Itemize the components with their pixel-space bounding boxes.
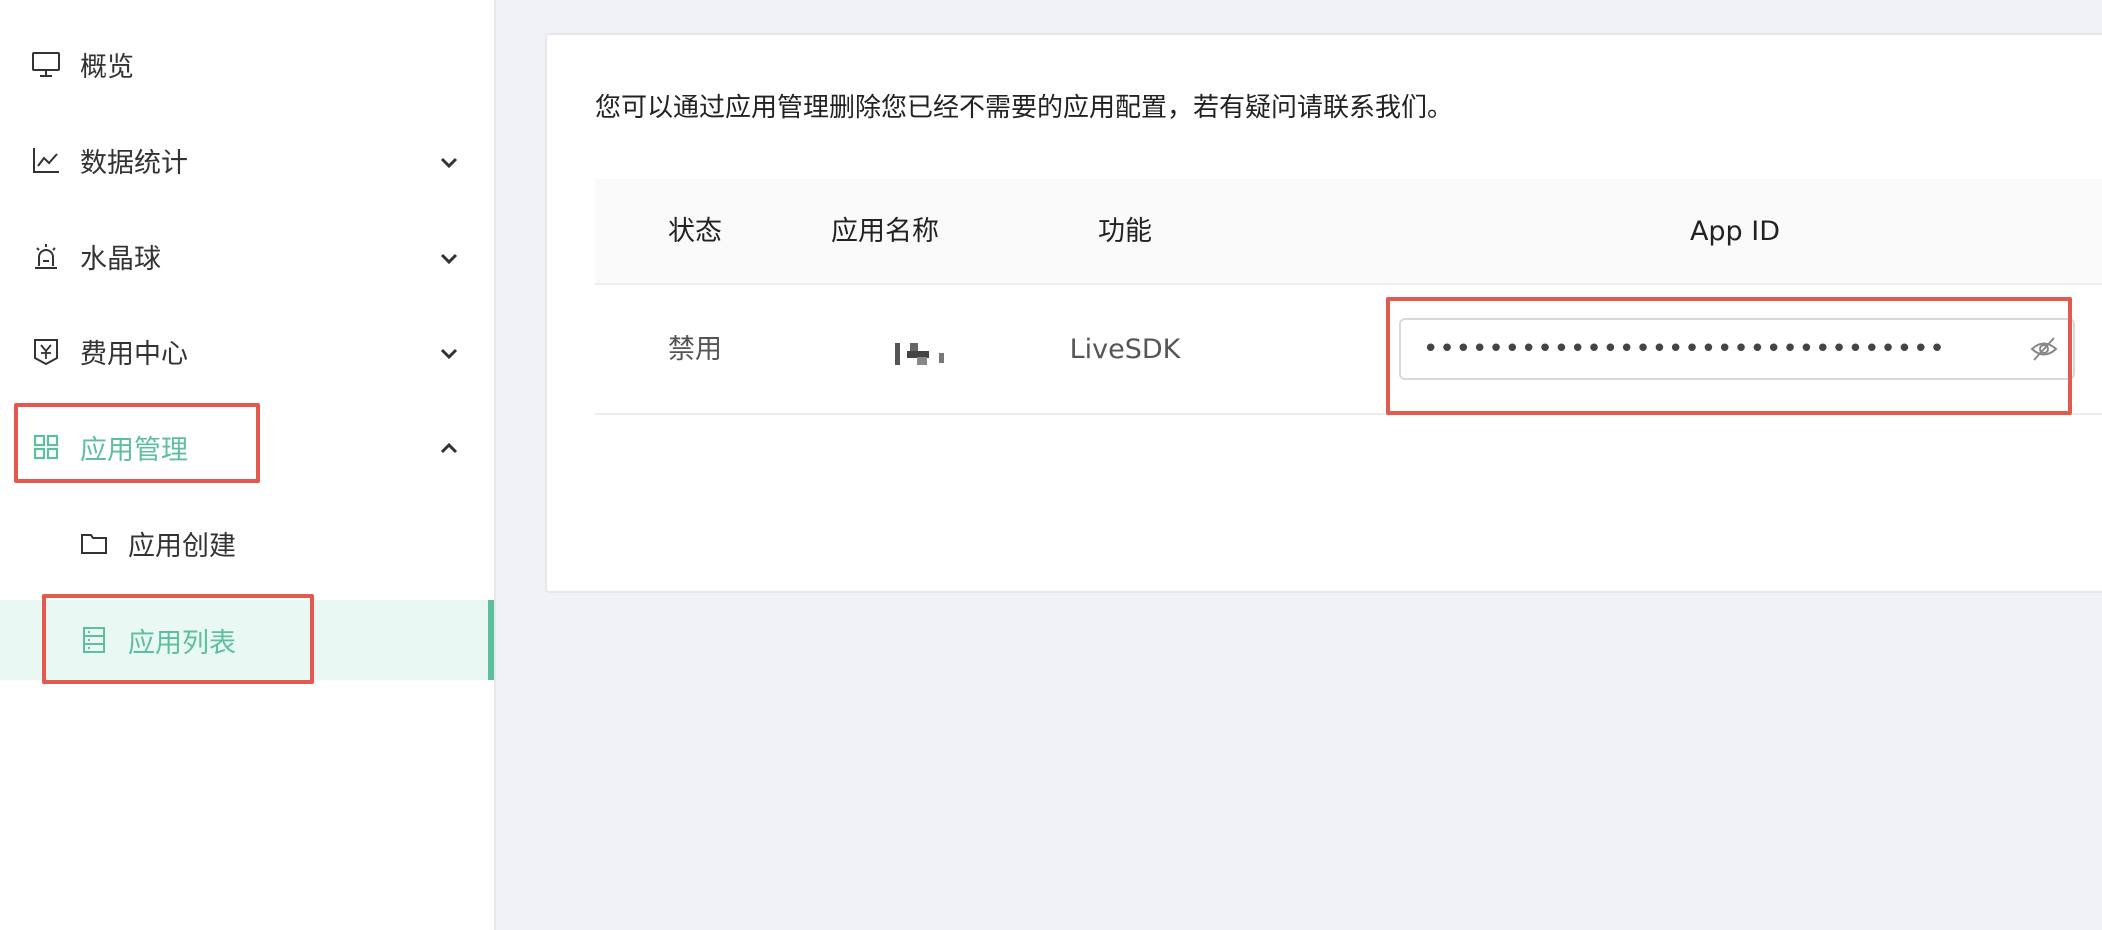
app-id-masked-value: •••••••••••••••••••••••••••••••• [1423,334,1946,364]
sidebar-item-billing[interactable]: 费用中心 [0,311,494,391]
column-header-status: 状态 [668,216,722,247]
column-header-app-name: 应用名称 [831,216,939,247]
status-cell: 禁用 [668,334,722,365]
table-header: 状态 应用名称 功能 App ID [595,179,2102,285]
notice-text: 您可以通过应用管理删除您已经不需要的应用配置，若有疑问请联系我们。 [595,93,1454,123]
alarm-icon [30,240,62,272]
chevron-down-icon[interactable] [438,340,460,362]
sidebar-item-app-list[interactable]: 应用列表 [0,600,494,680]
eye-off-icon[interactable] [2029,334,2059,364]
feature-cell: LiveSDK [1069,334,1181,365]
table-row: 禁用 LiveSDK •••••••••••••••••••••••••••••… [595,285,2102,415]
sidebar-item-label: 概览 [80,51,134,83]
grid-icon [30,431,62,463]
sidebar: 概览 数据统计 水晶球 费用中心 应用管理 应用创建 应用列表 [0,0,496,930]
app-table: 状态 应用名称 功能 App ID 禁用 LiveSDK •••••••••••… [595,179,2102,415]
sidebar-item-data-stats[interactable]: 数据统计 [0,120,494,200]
list-icon [78,624,110,656]
sidebar-item-label: 应用列表 [128,627,236,659]
column-header-feature: 功能 [1098,216,1152,247]
sidebar-item-overview[interactable]: 概览 [0,24,494,104]
monitor-icon [30,48,62,80]
yen-shield-icon [30,335,62,367]
chevron-down-icon[interactable] [438,149,460,171]
chevron-down-icon[interactable] [438,245,460,267]
sidebar-item-label: 数据统计 [80,147,188,179]
app-name-cell [895,285,955,415]
chevron-up-icon[interactable] [438,436,460,458]
sidebar-item-app-create[interactable]: 应用创建 [0,503,494,583]
sidebar-item-app-management[interactable]: 应用管理 [0,407,494,487]
sidebar-item-label: 应用创建 [128,530,236,562]
column-header-app-id: App ID [1689,216,1781,247]
blurred-app-name [895,285,955,415]
sidebar-item-label: 水晶球 [80,243,161,275]
sidebar-item-label: 应用管理 [80,434,188,466]
app-id-field[interactable]: •••••••••••••••••••••••••••••••• [1399,318,2075,380]
folder-icon [78,527,110,559]
active-indicator [488,600,494,680]
content-card: 您可以通过应用管理删除您已经不需要的应用配置，若有疑问请联系我们。 状态 应用名… [545,33,2102,593]
sidebar-item-label: 费用中心 [80,338,188,370]
sidebar-item-crystal-ball[interactable]: 水晶球 [0,216,494,296]
line-chart-icon [30,144,62,176]
